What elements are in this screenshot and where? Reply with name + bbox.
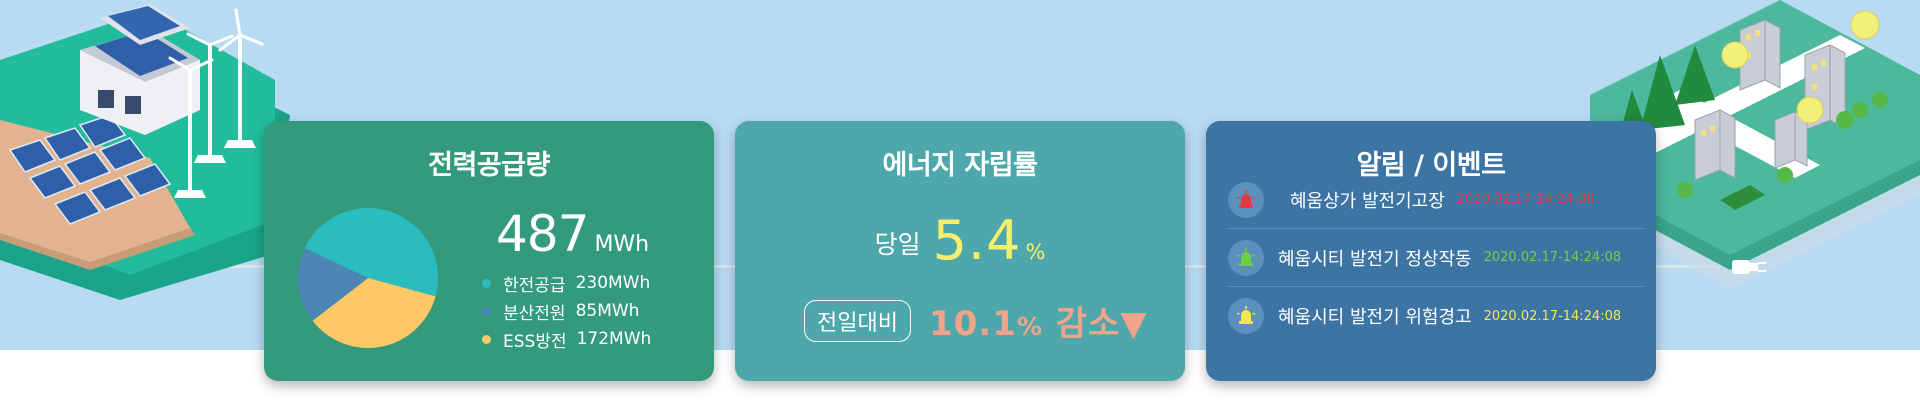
alarm-item[interactable]: 혜움상가 발전기고장 2020.02.17-14:24:08 bbox=[1228, 171, 1644, 229]
legend-dot bbox=[482, 334, 491, 344]
alarm-bell-icon bbox=[1228, 239, 1264, 276]
alarm-time: 2020.02.17-14:24:08 bbox=[1483, 308, 1622, 324]
legend-dot bbox=[482, 278, 491, 288]
supply-total-unit: MWh bbox=[594, 232, 650, 257]
alarm-bell-icon bbox=[1228, 298, 1264, 334]
solar-wind-illustration bbox=[0, 4, 290, 300]
alarm-text: 혜움상가 발전기고장 bbox=[1290, 190, 1445, 212]
self-sufficiency-title: 에너지 자립률 bbox=[882, 150, 1038, 181]
today-label: 당일 bbox=[874, 230, 921, 259]
legend-value: 85MWh bbox=[575, 301, 640, 321]
compare-direction: 감소▼ bbox=[1055, 304, 1148, 344]
today-value: 5.4 bbox=[932, 209, 1022, 272]
legend-value: 230MWh bbox=[575, 273, 651, 293]
compare-number: 10.1 bbox=[928, 304, 1017, 344]
alarm-text: 혜움시티 발전기 정상작동 bbox=[1278, 248, 1472, 270]
legend-dot bbox=[482, 306, 491, 316]
power-supply-title: 전력공급량 bbox=[428, 150, 550, 181]
power-plug-icon bbox=[1732, 260, 1766, 274]
alarm-item[interactable]: 혜움시티 발전기 정상작동 2020.02.17-14:24:08 bbox=[1228, 229, 1644, 287]
alarm-list: 혜움상가 발전기고장 2020.02.17-14:24:08 혜움시티 발전기 … bbox=[1228, 171, 1644, 345]
compare-value: 10.1% 감소▼ bbox=[929, 296, 1148, 345]
legend-label: 한전공급 bbox=[503, 275, 566, 296]
legend-item: 한전공급 230MWh bbox=[482, 269, 651, 297]
energy-self-sufficiency-card: 에너지 자립률 당일 5.4% 전일대비 10.1% 감소▼ bbox=[735, 121, 1185, 381]
alarm-time: 2020.02.17-14:24:08 bbox=[1483, 250, 1622, 265]
supply-pie-chart bbox=[298, 208, 438, 348]
legend-item: ESS방전 172MWh bbox=[482, 325, 651, 353]
power-supply-card: 전력공급량 487 MWh 한전공급 230MWh 분산전원 85MWh ESS방… bbox=[264, 121, 714, 381]
today-unit: % bbox=[1025, 240, 1046, 264]
compare-unit: % bbox=[1016, 312, 1043, 341]
alarm-item[interactable]: 혜움시티 발전기 위험경고 2020.02.17-14:24:08 bbox=[1228, 287, 1644, 345]
legend-label: ESS방전 bbox=[503, 331, 567, 352]
supply-total: 487 MWh bbox=[496, 205, 649, 263]
today-rate: 당일 5.4% bbox=[735, 209, 1185, 272]
alarm-text: 혜움시티 발전기 위험경고 bbox=[1278, 307, 1472, 328]
alarm-event-card: 알림 / 이벤트 혜움상가 발전기고장 2020.02.17-14:24:08 … bbox=[1206, 121, 1656, 381]
alarm-time: 2020.02.17-14:24:08 bbox=[1456, 192, 1595, 207]
compare-badge: 전일대비 bbox=[804, 299, 911, 342]
legend-value: 172MWh bbox=[576, 329, 652, 349]
supply-total-value: 487 bbox=[496, 205, 589, 263]
supply-legend: 한전공급 230MWh 분산전원 85MWh ESS방전 172MWh bbox=[482, 269, 651, 353]
compare-row: 전일대비 10.1% 감소▼ bbox=[804, 296, 1147, 345]
legend-item: 분산전원 85MWh bbox=[482, 297, 651, 325]
alarm-bell-icon bbox=[1228, 181, 1264, 218]
legend-label: 분산전원 bbox=[503, 303, 566, 324]
